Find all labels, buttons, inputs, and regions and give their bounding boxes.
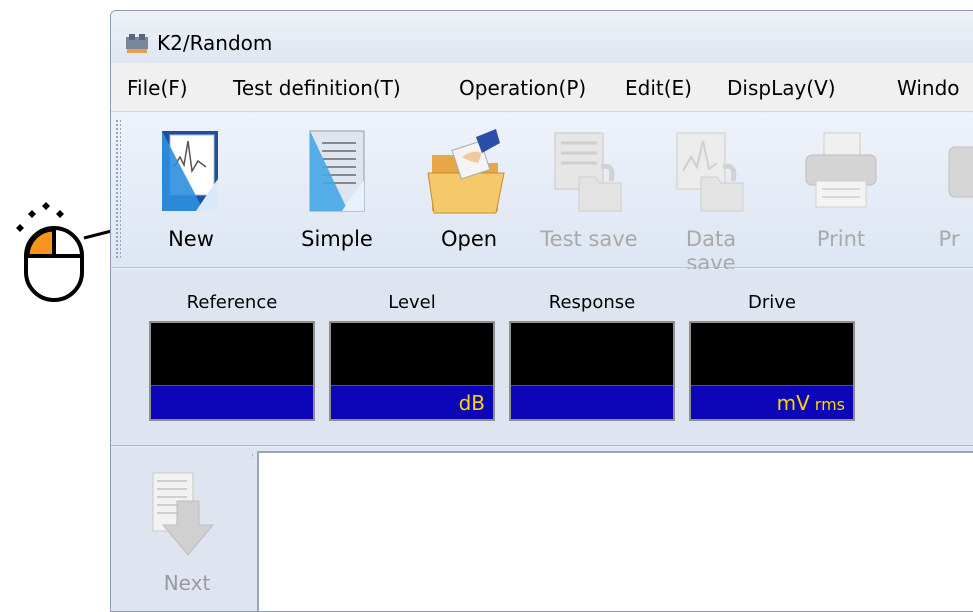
- new-button[interactable]: New: [141, 121, 241, 261]
- title-bar[interactable]: K2/Random: [111, 11, 973, 63]
- menu-edit[interactable]: Edit(E): [625, 76, 692, 100]
- simple-button[interactable]: Simple: [287, 121, 387, 261]
- new-label: New: [168, 227, 214, 251]
- app-logo-icon: [126, 34, 148, 53]
- toolbar: New Simple Open Test save Data save Prin…: [111, 113, 973, 275]
- side-panel: Next: [117, 447, 251, 611]
- print-label: Print: [816, 227, 866, 251]
- gauge-level: Level dB: [329, 293, 495, 421]
- gauge-response-value: [511, 323, 673, 385]
- open-label: Open: [440, 227, 498, 251]
- print-preview-button[interactable]: Pr: [899, 121, 973, 261]
- gauge-panel: Reference Level dB Response Drive mV rms: [111, 269, 973, 446]
- menu-operation[interactable]: Operation(P): [459, 76, 586, 100]
- gauge-reference-value: [151, 323, 313, 385]
- toolbar-grip[interactable]: [115, 119, 121, 259]
- test-save-label: Test save: [540, 227, 638, 251]
- simple-label: Simple: [301, 227, 373, 251]
- menu-window[interactable]: Windo: [897, 76, 960, 100]
- gauge-level-label: Level: [388, 292, 436, 313]
- next-arrow-icon: [152, 472, 215, 556]
- open-button[interactable]: Open: [419, 121, 519, 261]
- gauge-reference-label: Reference: [186, 292, 278, 313]
- gauge-level-unit: dB: [331, 385, 493, 419]
- gauge-drive-value: [691, 323, 853, 385]
- gauge-level-value: [331, 323, 493, 385]
- data-save-button[interactable]: Data save: [661, 121, 761, 275]
- test-save-button[interactable]: Test save: [539, 121, 639, 261]
- print-button[interactable]: Print: [791, 121, 891, 261]
- print-preview-label: Pr: [938, 227, 960, 251]
- content-area[interactable]: [257, 451, 973, 611]
- menu-display[interactable]: DispLay(V): [727, 76, 836, 100]
- next-label: Next: [163, 571, 211, 595]
- menu-file[interactable]: File(F): [127, 76, 188, 100]
- next-button[interactable]: Next: [147, 471, 227, 601]
- gauge-drive-label: Drive: [748, 292, 796, 313]
- print-preview-icon: [948, 146, 973, 198]
- menu-bar: File(F) Test definition(T) Operation(P) …: [111, 65, 973, 112]
- gauge-drive-unit: mV rms: [691, 385, 853, 419]
- gauge-response-label: Response: [548, 292, 636, 313]
- data-save-label: Data save: [685, 227, 737, 275]
- gauge-reference: Reference: [149, 293, 315, 421]
- gauge-drive: Drive mV rms: [689, 293, 855, 421]
- data-save-icon: [676, 132, 744, 212]
- gauge-response: Response: [509, 293, 675, 421]
- menu-test-definition[interactable]: Test definition(T): [233, 76, 401, 100]
- window-title: K2/Random: [157, 31, 273, 55]
- new-document-icon: [162, 131, 218, 211]
- app-window: K2/Random File(F) Test definition(T) Ope…: [110, 10, 973, 612]
- test-save-icon: [554, 132, 622, 212]
- lower-area: Next: [111, 447, 973, 611]
- printer-icon: [805, 132, 877, 208]
- gauge-response-unit: [511, 385, 673, 419]
- open-folder-icon: [427, 129, 505, 214]
- mouse-left-click-icon: [16, 202, 84, 302]
- simple-document-icon: [309, 130, 365, 212]
- gauge-reference-unit: [151, 385, 313, 419]
